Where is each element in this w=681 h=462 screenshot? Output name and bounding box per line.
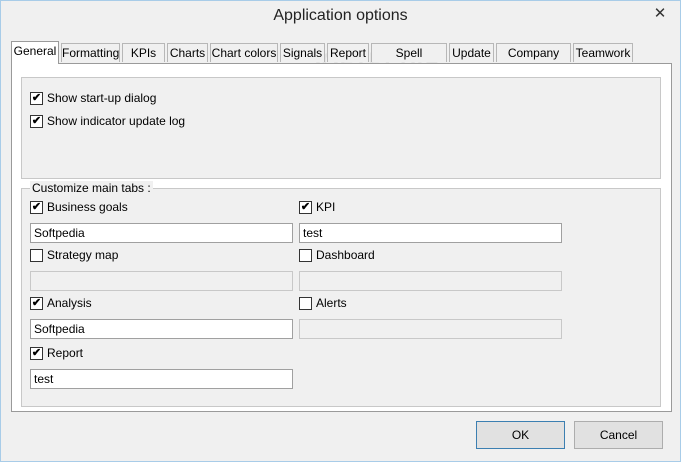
checkbox-box[interactable]: ✔ bbox=[30, 201, 43, 214]
business-goals-input[interactable]: Softpedia bbox=[30, 223, 293, 243]
checkbox-label: Show indicator update log bbox=[47, 114, 186, 128]
strategy-map-input[interactable] bbox=[30, 271, 293, 291]
tab-teamwork[interactable]: Teamwork bbox=[573, 43, 633, 62]
report-input[interactable]: test bbox=[30, 369, 293, 389]
general-options-group: ✔ Show start-up dialog ✔ Show indicator … bbox=[21, 77, 661, 179]
checkbox-label: Business goals bbox=[47, 200, 128, 214]
tab-general[interactable]: General bbox=[11, 41, 59, 64]
checkbox-label: Alerts bbox=[316, 296, 347, 310]
checkbox-label: Analysis bbox=[47, 296, 92, 310]
dialog-title: Application options bbox=[273, 7, 408, 24]
dashboard-input[interactable] bbox=[299, 271, 562, 291]
cancel-button[interactable]: Cancel bbox=[574, 421, 663, 449]
tab-kpis[interactable]: KPIs bbox=[122, 43, 165, 62]
checkbox-label: Dashboard bbox=[316, 248, 375, 262]
ok-button[interactable]: OK bbox=[476, 421, 565, 449]
checkbox-box[interactable]: ✔ bbox=[30, 115, 43, 128]
options-dialog: Application options ✕ SOFTPEDIA General … bbox=[0, 0, 681, 462]
alerts-input[interactable] bbox=[299, 319, 562, 339]
checkbox-box[interactable] bbox=[299, 297, 312, 310]
checkbox-box[interactable]: ✔ bbox=[299, 201, 312, 214]
tab-charts[interactable]: Charts bbox=[167, 43, 208, 62]
tab-chart-colors[interactable]: Chart colors bbox=[210, 43, 278, 62]
general-tab-panel: ✔ Show start-up dialog ✔ Show indicator … bbox=[11, 63, 672, 412]
tab-spell-checking[interactable]: Spell checking bbox=[371, 43, 447, 78]
tab-signals[interactable]: Signals bbox=[280, 43, 325, 62]
tab-company-info[interactable]: Company info bbox=[496, 43, 571, 78]
close-icon[interactable]: ✕ bbox=[646, 4, 674, 24]
analysis-input[interactable]: Softpedia bbox=[30, 319, 293, 339]
checkbox-box[interactable] bbox=[30, 249, 43, 262]
checkbox-box[interactable]: ✔ bbox=[30, 92, 43, 105]
tab-report[interactable]: Report bbox=[327, 43, 369, 62]
group-legend: Customize main tabs : bbox=[30, 181, 153, 195]
tab-update[interactable]: Update bbox=[449, 43, 494, 62]
checkbox-box[interactable] bbox=[299, 249, 312, 262]
checkbox-label: Report bbox=[47, 346, 84, 360]
checkbox-label: Show start-up dialog bbox=[47, 91, 157, 105]
customize-tabs-group: Customize main tabs : ✔ Business goals S… bbox=[21, 181, 661, 407]
checkbox-box[interactable]: ✔ bbox=[30, 297, 43, 310]
checkbox-label: KPI bbox=[316, 200, 336, 214]
title-bar: Application options ✕ bbox=[1, 1, 680, 32]
tab-strip: General Formatting KPIs Charts Chart col… bbox=[11, 41, 661, 78]
checkbox-label: Strategy map bbox=[47, 248, 119, 262]
kpi-input[interactable]: test bbox=[299, 223, 562, 243]
tab-formatting[interactable]: Formatting bbox=[61, 43, 120, 62]
checkbox-box[interactable]: ✔ bbox=[30, 347, 43, 360]
